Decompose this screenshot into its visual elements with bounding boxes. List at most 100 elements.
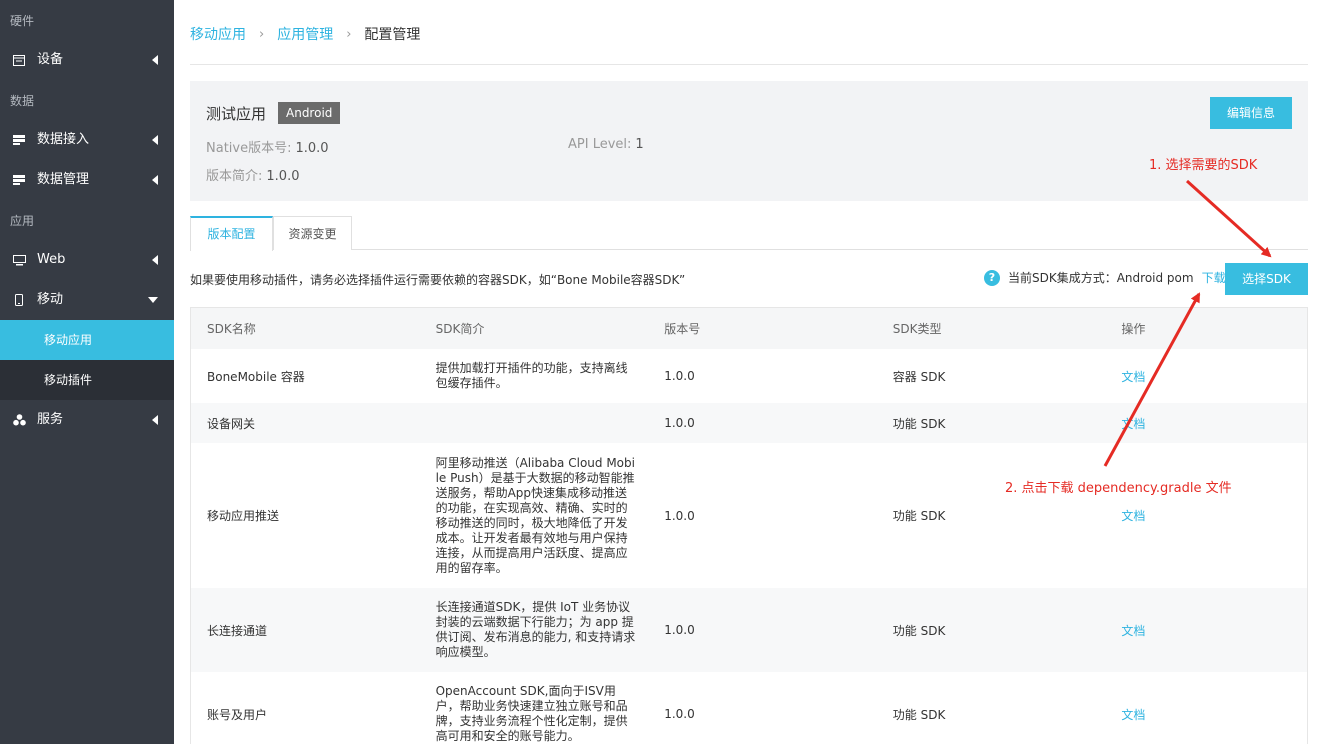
- table-row: 账号及用户 OpenAccount SDK,面向于ISV用户，帮助业务快速建立独…: [191, 672, 1307, 744]
- sdk-desc: 长连接通道SDK，提供 IoT 业务协议封装的云端数据下行能力；为 app 提供…: [435, 600, 636, 659]
- edit-info-button[interactable]: 编辑信息: [1210, 97, 1292, 129]
- doc-link[interactable]: 文档: [1121, 370, 1145, 384]
- breadcrumb-mobile-app[interactable]: 移动应用: [190, 24, 246, 44]
- app-name: 测试应用: [206, 105, 267, 123]
- sidebar-item-data-manage[interactable]: 数据管理: [0, 160, 174, 200]
- sdk-version: 1.0.0: [664, 508, 695, 523]
- tab-version-config[interactable]: 版本配置: [190, 216, 273, 251]
- sdk-desc: 提供加载打开插件的功能，支持离线包缓存插件。: [435, 361, 628, 390]
- sdk-action-cell: 文档: [1105, 415, 1307, 432]
- breadcrumb-current: 配置管理: [364, 27, 421, 43]
- chevron-right-icon: ›: [346, 26, 352, 42]
- select-sdk-button[interactable]: 选择SDK: [1225, 263, 1308, 295]
- question-icon[interactable]: ?: [984, 269, 1000, 286]
- sidebar-subitem-mobile-plugin[interactable]: 移动插件: [0, 360, 174, 400]
- tabs-divider: [190, 249, 1308, 250]
- sidebar-item-label: 数据接入: [37, 132, 90, 147]
- sidebar-item-data-input[interactable]: 数据接入: [0, 120, 174, 160]
- caret-down-icon: [148, 280, 158, 320]
- divider: [190, 64, 1308, 65]
- sdk-type: 功能 SDK: [892, 416, 946, 431]
- column-header: SDK类型: [892, 322, 942, 336]
- data-input-icon: [12, 120, 26, 160]
- sidebar-item-device[interactable]: 设备: [0, 40, 174, 80]
- sdk-desc-cell: OpenAccount SDK,面向于ISV用户，帮助业务快速建立独立账号和品牌…: [420, 684, 649, 744]
- app-root: 硬件 设备 数据 数据接入 数据管理 应用 Web 移动 移动应用 移动插件 服…: [0, 0, 1323, 744]
- sdk-version: 1.0.0: [664, 707, 695, 721]
- hint-text: 如果要使用移动插件，请务必选择插件运行需要依赖的容器SDK，如“Bone Mob…: [190, 273, 686, 287]
- download-link[interactable]: 下载: [1202, 269, 1226, 286]
- doc-link[interactable]: 文档: [1121, 417, 1145, 431]
- sdk-version: 1.0.0: [664, 369, 695, 383]
- breadcrumb: 移动应用 › 应用管理 › 配置管理: [190, 24, 420, 44]
- sidebar-item-web[interactable]: Web: [0, 240, 174, 280]
- caret-left-icon: [152, 120, 158, 160]
- caret-left-icon: [152, 40, 158, 80]
- caret-left-icon: [152, 160, 158, 200]
- sdk-action-cell: 文档: [1105, 507, 1307, 524]
- sdk-desc: OpenAccount SDK,面向于ISV用户，帮助业务快速建立独立账号和品牌…: [435, 684, 628, 743]
- sdk-mode-label: 当前SDK集成方式：Android pom: [1008, 271, 1194, 285]
- sidebar: 硬件 设备 数据 数据接入 数据管理 应用 Web 移动 移动应用 移动插件 服…: [0, 0, 174, 744]
- sdk-name: 设备网关: [207, 416, 256, 431]
- sidebar-item-label: Web: [37, 252, 66, 267]
- api-level: API Level: 1: [568, 137, 644, 152]
- sdk-name: 移动应用推送: [207, 509, 280, 523]
- sdk-name: BoneMobile 容器: [207, 369, 305, 384]
- sdk-desc-cell: 长连接通道SDK，提供 IoT 业务协议封装的云端数据下行能力；为 app 提供…: [420, 600, 649, 660]
- sidebar-subitem-mobile-app[interactable]: 移动应用: [0, 320, 174, 360]
- platform-badge: Android: [278, 102, 341, 124]
- table-row: 设备网关 1.0.0 功能 SDK 文档: [191, 403, 1307, 443]
- sdk-name: 账号及用户: [207, 707, 268, 722]
- column-header: 版本号: [664, 322, 701, 336]
- sdk-action-cell: 文档: [1105, 706, 1307, 723]
- doc-link[interactable]: 文档: [1121, 624, 1145, 638]
- sdk-action-cell: 文档: [1105, 622, 1307, 639]
- table-row: 长连接通道 长连接通道SDK，提供 IoT 业务协议封装的云端数据下行能力；为 …: [191, 588, 1307, 672]
- sidebar-section-hardware: 硬件: [10, 14, 35, 28]
- caret-left-icon: [152, 400, 158, 440]
- table-header: SDK名称 SDK简介 版本号 SDK类型 操作: [191, 308, 1307, 349]
- sdk-type: 容器 SDK: [892, 369, 946, 384]
- tab-resource-change[interactable]: 资源变更: [273, 216, 352, 250]
- version-desc: 版本简介: 1.0.0: [206, 165, 299, 184]
- version-desc-label: 版本简介:: [206, 169, 263, 184]
- version-desc-value: 1.0.0: [266, 169, 300, 184]
- native-version-label: Native版本号:: [206, 141, 292, 156]
- sdk-name: 长连接通道: [207, 623, 268, 638]
- sdk-version: 1.0.0: [664, 416, 695, 430]
- sidebar-section-data: 数据: [10, 94, 35, 108]
- sidebar-section-app: 应用: [10, 214, 35, 228]
- sidebar-item-service[interactable]: 服务: [0, 400, 174, 440]
- sdk-type: 功能 SDK: [892, 623, 946, 638]
- main-content: 移动应用 › 应用管理 › 配置管理 测试应用 Android Native版本…: [174, 0, 1323, 744]
- sidebar-item-label: 移动: [37, 292, 64, 307]
- mobile-icon: [12, 280, 26, 320]
- caret-left-icon: [152, 240, 158, 280]
- device-icon: [12, 40, 26, 80]
- sdk-desc-cell: 阿里移动推送（Alibaba Cloud Mobile Push）是基于大数据的…: [420, 456, 649, 576]
- sidebar-item-mobile[interactable]: 移动: [0, 280, 174, 320]
- annotation-step2: 2. 点击下载 dependency.gradle 文件: [1005, 481, 1232, 496]
- sidebar-item-label: 数据管理: [37, 172, 90, 187]
- sidebar-item-label: 设备: [37, 52, 64, 67]
- api-level-value: 1: [635, 137, 644, 152]
- column-header: 操作: [1121, 322, 1146, 336]
- table-row: BoneMobile 容器 提供加载打开插件的功能，支持离线包缓存插件。 1.0…: [191, 349, 1307, 403]
- native-version-value: 1.0.0: [295, 141, 329, 156]
- data-manage-icon: [12, 160, 26, 200]
- sdk-version: 1.0.0: [664, 623, 695, 637]
- api-level-label: API Level:: [568, 137, 632, 152]
- sdk-table: SDK名称 SDK简介 版本号 SDK类型 操作 BoneMobile 容器 提…: [190, 307, 1308, 744]
- doc-link[interactable]: 文档: [1121, 708, 1145, 722]
- column-header: SDK名称: [207, 322, 256, 336]
- sidebar-item-label: 服务: [37, 412, 64, 427]
- monitor-icon: [12, 240, 26, 280]
- table-row: 移动应用推送 阿里移动推送（Alibaba Cloud Mobile Push）…: [191, 443, 1307, 588]
- column-header: SDK简介: [435, 322, 485, 336]
- service-icon: [12, 400, 26, 440]
- native-version: Native版本号: 1.0.0: [206, 137, 329, 156]
- breadcrumb-app-manage[interactable]: 应用管理: [277, 24, 333, 44]
- doc-link[interactable]: 文档: [1121, 509, 1145, 523]
- sdk-type: 功能 SDK: [892, 707, 946, 722]
